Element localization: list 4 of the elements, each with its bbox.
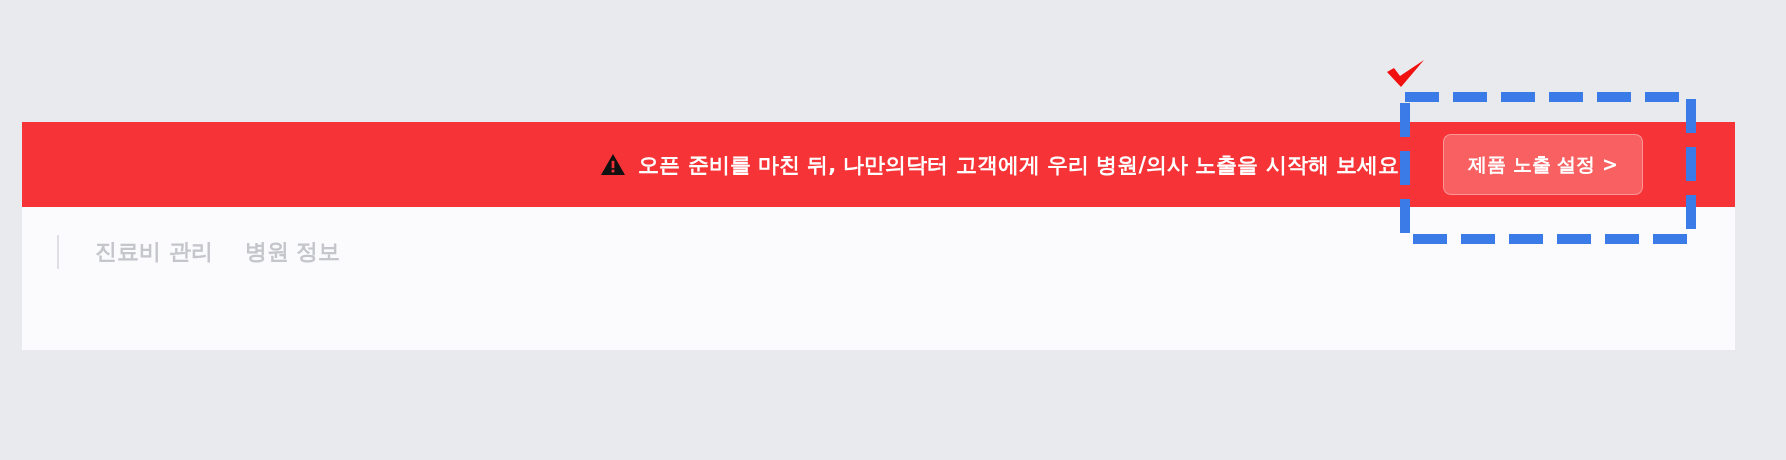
check-mark-icon — [1386, 58, 1426, 88]
warning-icon — [600, 153, 627, 176]
exposure-settings-button[interactable]: 제품 노출 설정 > — [1443, 134, 1643, 195]
banner-message: 오픈 준비를 마친 뒤, 나만의닥터 고객에게 우리 병원/의사 노출을 시작해 보세요 — [638, 151, 1399, 179]
